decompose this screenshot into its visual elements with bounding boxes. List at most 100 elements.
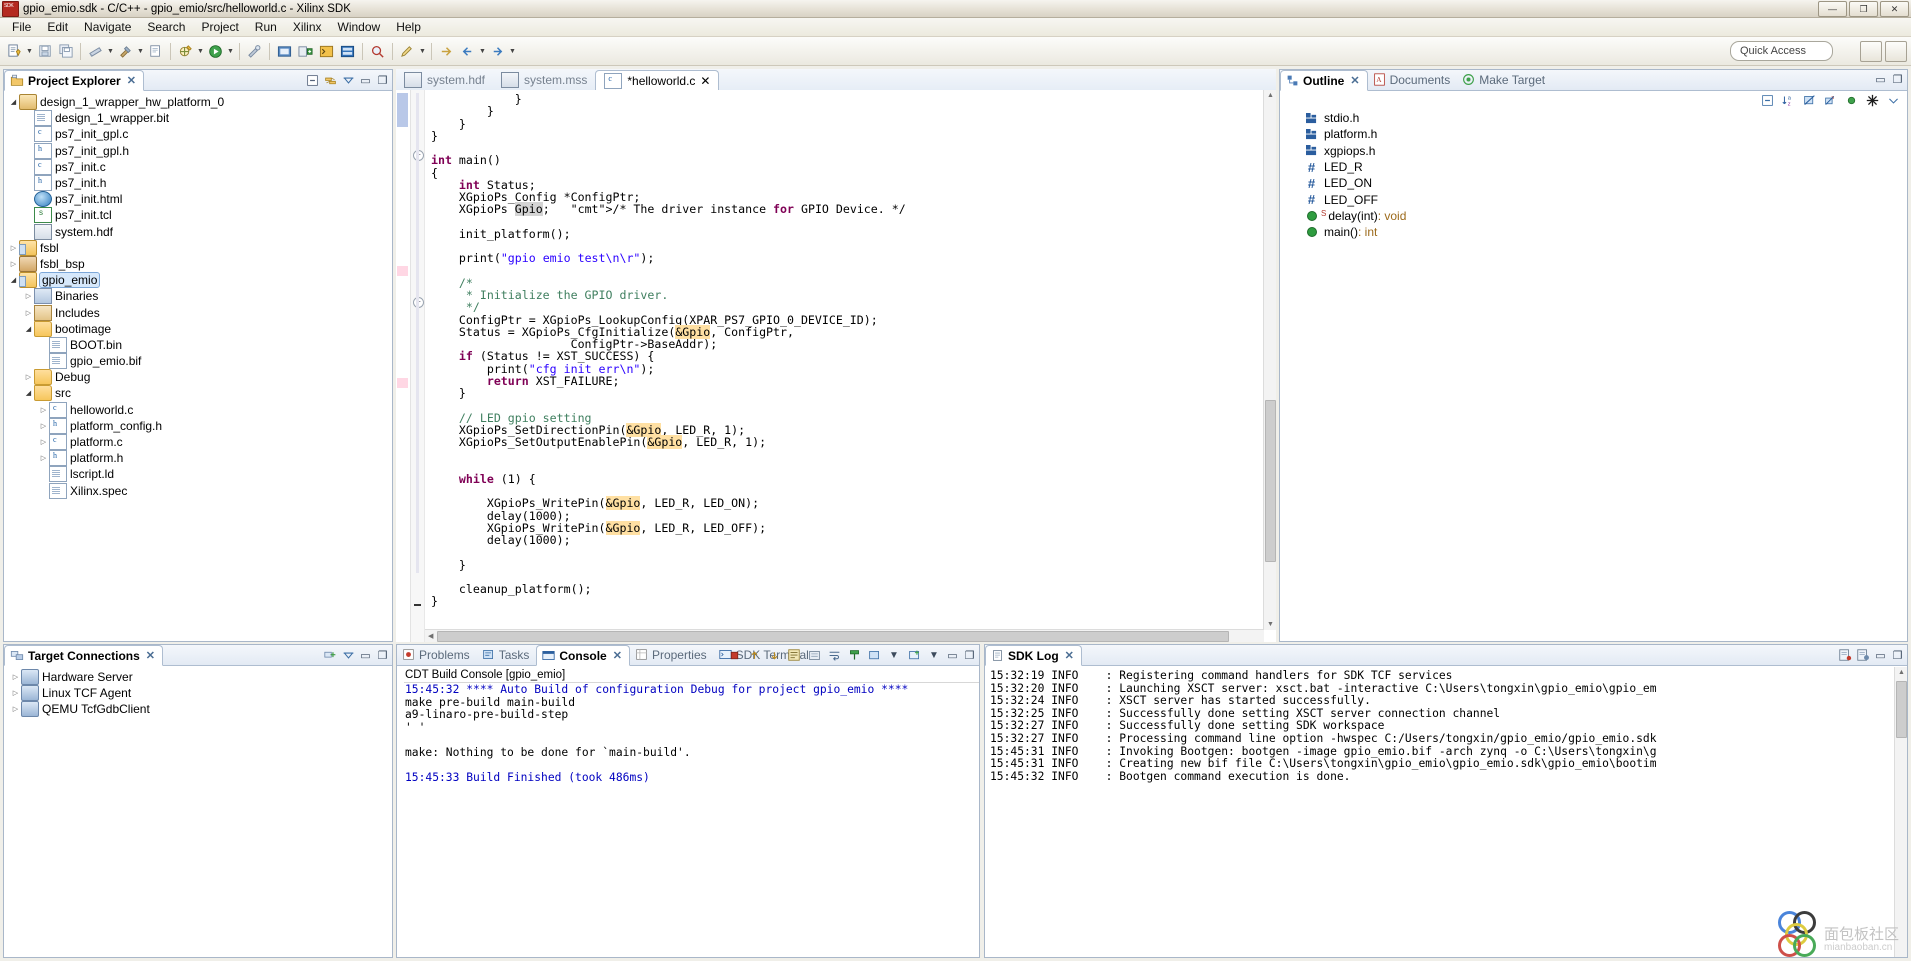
outline-tree[interactable]: stdio.h platform.h xgpiops.h # LED_R # LED_ON #… bbox=[1280, 110, 1907, 240]
tab-documents[interactable]: A Documents bbox=[1368, 69, 1458, 90]
menu-xilinx[interactable]: Xilinx bbox=[285, 19, 330, 35]
outline-item-platform-h[interactable]: platform.h bbox=[1280, 126, 1907, 142]
back-dropdown-icon[interactable]: ▼ bbox=[478, 42, 487, 61]
maximize-icon[interactable]: ❐ bbox=[376, 74, 389, 87]
tree-item-fsbl-bsp[interactable]: ▷ fsbl_bsp bbox=[4, 255, 392, 272]
menu-search[interactable]: Search bbox=[139, 19, 193, 35]
connection-item-linux-tcf-agent[interactable]: ▷ Linux TCF Agent bbox=[4, 685, 392, 702]
expand-arrow-open-icon[interactable]: ◢ bbox=[8, 98, 19, 106]
minimize-icon[interactable]: ▭ bbox=[1874, 73, 1887, 86]
tree-item-lscript-ld[interactable]: lscript.ld bbox=[4, 466, 392, 483]
terminate-icon[interactable] bbox=[726, 647, 742, 663]
outline-item-led_r[interactable]: # LED_R bbox=[1280, 159, 1907, 175]
tree-item-gpio-emio[interactable]: ◢ gpio_emio bbox=[4, 272, 392, 289]
close-icon[interactable]: ✕ bbox=[700, 74, 710, 88]
remove-all-icon[interactable] bbox=[766, 647, 782, 663]
forward-icon[interactable] bbox=[488, 42, 507, 61]
expand-arrow-closed-icon[interactable]: ▷ bbox=[38, 422, 49, 430]
pencil-icon[interactable] bbox=[398, 42, 417, 61]
tree-item-platform-config-h[interactable]: ▷ platform_config.h bbox=[4, 417, 392, 434]
maximize-icon[interactable]: ❐ bbox=[1891, 649, 1904, 662]
new-console-view-icon[interactable] bbox=[906, 647, 922, 663]
maximize-icon[interactable]: ❐ bbox=[376, 649, 389, 662]
expand-arrow-open-icon[interactable]: ◢ bbox=[23, 325, 34, 333]
close-icon[interactable]: ✕ bbox=[1065, 649, 1074, 662]
outline-item-main-[interactable]: main() : int bbox=[1280, 224, 1907, 240]
connection-item-hardware-server[interactable]: ▷ Hardware Server bbox=[4, 669, 392, 686]
editor-tab-helloworld.c[interactable]: *helloworld.c ✕ bbox=[595, 70, 720, 91]
tab-target-connections[interactable]: Target Connections ✕ bbox=[4, 645, 164, 666]
back-icon[interactable] bbox=[458, 42, 477, 61]
quick-access-input[interactable]: Quick Access bbox=[1730, 41, 1833, 61]
search-icon[interactable] bbox=[368, 42, 387, 61]
run-icon[interactable] bbox=[206, 42, 225, 61]
view-menu-icon[interactable] bbox=[341, 648, 355, 662]
minimize-icon[interactable]: ▭ bbox=[1874, 649, 1887, 662]
tree-item-binaries[interactable]: ▷ Binaries bbox=[4, 288, 392, 305]
collapse-all-icon[interactable] bbox=[305, 73, 319, 87]
console-output[interactable]: CDT Build Console [gpio_emio] 15:45:32 *… bbox=[397, 667, 979, 957]
tree-item-ps7-init-gpl-c[interactable]: ps7_init_gpl.c bbox=[4, 126, 392, 143]
hide-static-icon[interactable]: s bbox=[1823, 93, 1837, 107]
program-fpga-icon[interactable] bbox=[275, 42, 294, 61]
window-controls[interactable]: — ❐ ✕ bbox=[1818, 1, 1909, 17]
tree-item-design-1-wrapper-hw-platform-0[interactable]: ◢ design_1_wrapper_hw_platform_0 bbox=[4, 94, 392, 111]
scroll-up-icon[interactable]: ▲ bbox=[1898, 669, 1905, 676]
editor-hscroll-thumb[interactable] bbox=[437, 631, 1229, 642]
connection-item-qemu-tcfgdbclient[interactable]: ▷ QEMU TcfGdbClient bbox=[4, 701, 392, 718]
expand-arrow-open-icon[interactable]: ◢ bbox=[23, 389, 34, 397]
expand-arrow-closed-icon[interactable]: ▷ bbox=[10, 689, 21, 697]
perspective-switcher[interactable] bbox=[1860, 41, 1907, 62]
tree-item-design-1-wrapper-bit[interactable]: design_1_wrapper.bit bbox=[4, 110, 392, 127]
expand-arrow-closed-icon[interactable]: ▷ bbox=[38, 438, 49, 446]
tree-item-gpio-emio-bif[interactable]: gpio_emio.bif bbox=[4, 353, 392, 370]
tree-item-fsbl[interactable]: ▷ fsbl bbox=[4, 239, 392, 256]
maximize-button[interactable]: ❐ bbox=[1849, 1, 1878, 17]
tree-item-ps7-init-gpl-h[interactable]: ps7_init_gpl.h bbox=[4, 142, 392, 159]
hide-macros-icon[interactable] bbox=[1865, 93, 1879, 107]
scroll-lock-icon[interactable] bbox=[806, 647, 822, 663]
maximize-icon[interactable]: ❐ bbox=[963, 649, 976, 662]
outline-item-led_off[interactable]: # LED_OFF bbox=[1280, 191, 1907, 207]
collapse-all-icon[interactable] bbox=[1760, 93, 1774, 107]
expand-arrow-closed-icon[interactable]: ▷ bbox=[38, 454, 49, 462]
fold-collapse-icon[interactable] bbox=[414, 604, 421, 606]
forward-dropdown-icon[interactable]: ▼ bbox=[508, 42, 517, 61]
code-editor[interactable]: − − } } } } int main() { int Status; XGp… bbox=[396, 90, 1276, 642]
expand-arrow-open-icon[interactable]: ◢ bbox=[8, 276, 19, 284]
new-c-project-dropdown-icon[interactable]: ▼ bbox=[196, 42, 205, 61]
expand-arrow-closed-icon[interactable]: ▷ bbox=[10, 673, 21, 681]
tree-item-ps7-init-tcl[interactable]: ps7_init.tcl bbox=[4, 207, 392, 224]
run-dropdown-icon[interactable]: ▼ bbox=[226, 42, 235, 61]
new-wizard-dropdown-icon[interactable]: ▼ bbox=[25, 42, 34, 61]
editor-tab-system.mss[interactable]: system.mss bbox=[493, 69, 595, 90]
minimize-icon[interactable]: ▭ bbox=[359, 649, 372, 662]
project-explorer-tree[interactable]: ◢ design_1_wrapper_hw_platform_0 design_1_… bbox=[4, 91, 392, 499]
create-boot-image-icon[interactable] bbox=[296, 42, 315, 61]
menu-navigate[interactable]: Navigate bbox=[76, 19, 139, 35]
menu-project[interactable]: Project bbox=[193, 19, 246, 35]
sdk-log-scrollbar[interactable]: ▲ bbox=[1894, 667, 1907, 957]
expand-arrow-closed-icon[interactable]: ▷ bbox=[23, 292, 34, 300]
build-icon[interactable] bbox=[116, 42, 135, 61]
clear-console-icon[interactable] bbox=[786, 647, 802, 663]
expand-arrow-closed-icon[interactable]: ▷ bbox=[8, 260, 19, 268]
tree-item-platform-c[interactable]: ▷ platform.c bbox=[4, 434, 392, 451]
menu-file[interactable]: File bbox=[4, 19, 39, 35]
expand-arrow-closed-icon[interactable]: ▷ bbox=[8, 244, 19, 252]
build-dropdown-icon[interactable]: ▼ bbox=[136, 42, 145, 61]
editor-vertical-scrollbar[interactable]: ▲ ▼ bbox=[1263, 90, 1276, 630]
external-tools-icon[interactable] bbox=[245, 42, 264, 61]
outline-item-led_on[interactable]: # LED_ON bbox=[1280, 175, 1907, 191]
tree-item-ps7-init-h[interactable]: ps7_init.h bbox=[4, 175, 392, 192]
word-wrap-icon[interactable] bbox=[826, 647, 842, 663]
log-settings-icon[interactable] bbox=[1856, 648, 1870, 662]
tree-item-platform-h[interactable]: ▷ platform.h bbox=[4, 450, 392, 467]
build-all-icon[interactable] bbox=[146, 42, 165, 61]
tab-make-target[interactable]: Make Target bbox=[1457, 69, 1552, 90]
scroll-up-icon[interactable]: ▲ bbox=[1267, 92, 1274, 99]
maximize-icon[interactable]: ❐ bbox=[1891, 73, 1904, 86]
view-menu-icon[interactable] bbox=[341, 73, 355, 87]
sort-icon[interactable]: az bbox=[1781, 93, 1795, 107]
menu-window[interactable]: Window bbox=[330, 19, 389, 35]
